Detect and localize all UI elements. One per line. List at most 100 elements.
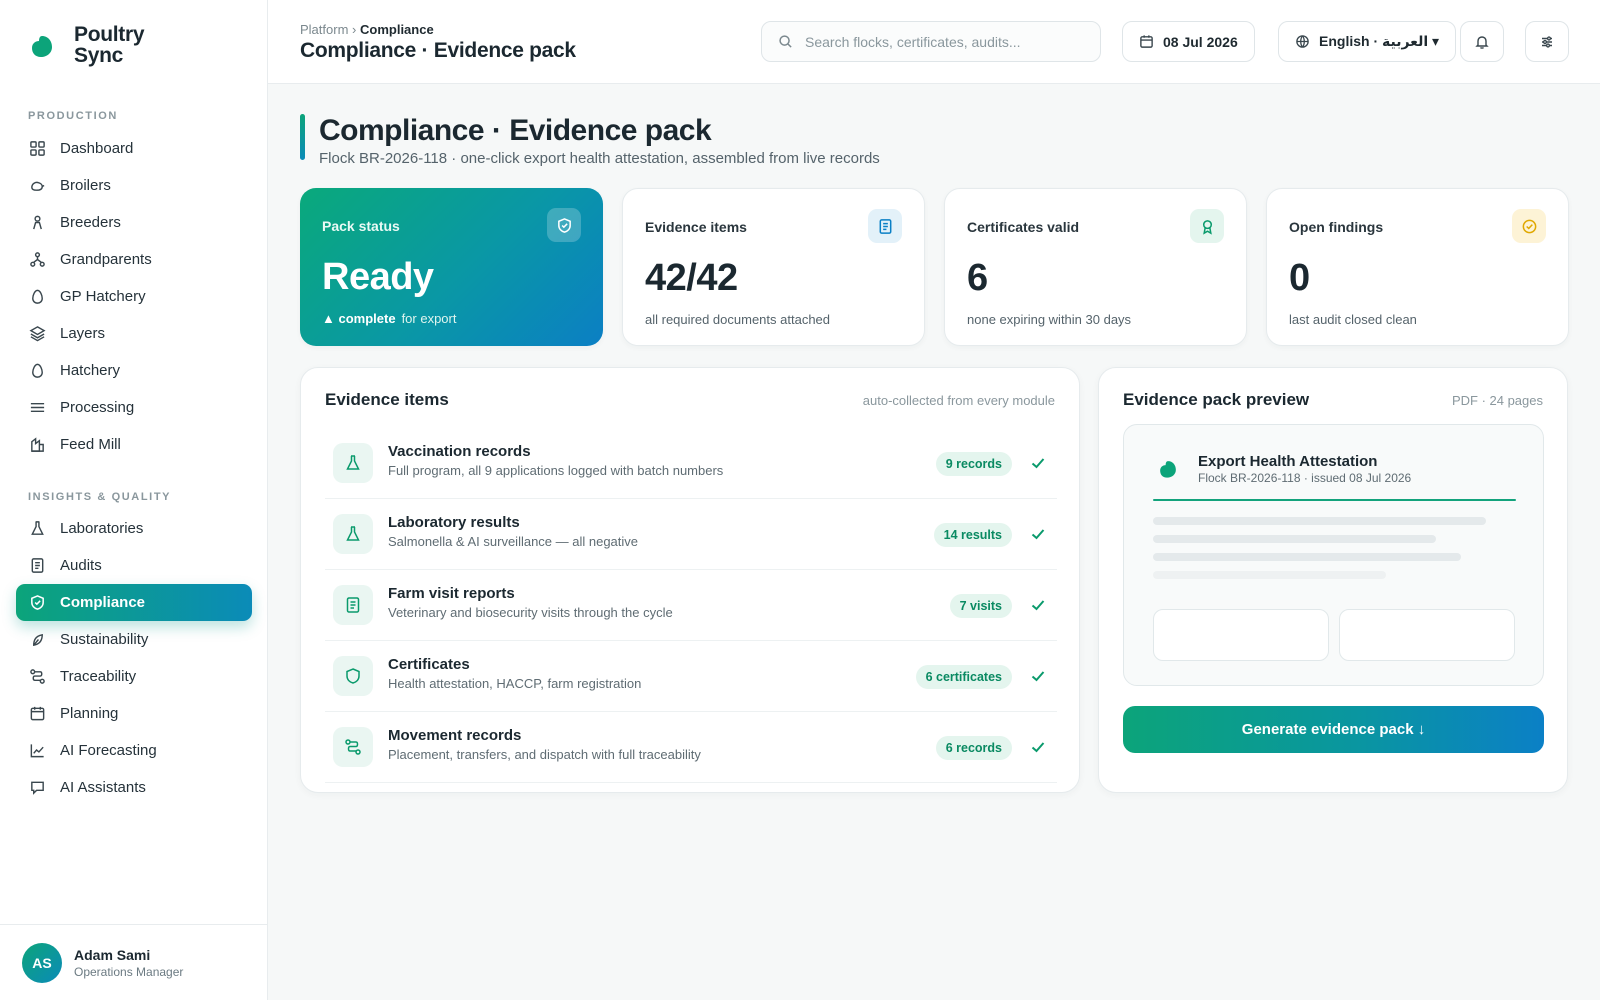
shield-icon [31,595,44,610]
kpi-pack-status: Pack status Ready ▲ complete for export [300,188,603,346]
document-divider [1153,499,1516,501]
document-placeholder-box [1339,609,1515,661]
document-placeholder-box [1153,609,1329,661]
count-badge: 6 certificates [915,665,1012,689]
sidebar-item-grandparents[interactable]: Grandparents [16,241,252,278]
kpi-label: Pack status [322,218,400,234]
kpi-value: 6 [967,257,988,299]
kpi-certificates-valid: Certificates valid 6 none expiring withi… [944,188,1247,346]
sidebar-item-label: Audits [60,557,102,574]
sidebar-item-audits[interactable]: Audits [16,547,252,584]
card-meta: PDF · 24 pages [1451,393,1543,408]
evidence-title: Movement records [388,727,522,744]
count-badge: 6 records [935,736,1012,760]
sidebar-item-ai-assistants[interactable]: AI Assistants [16,769,252,806]
document-icon [868,209,902,243]
flask-icon [333,443,373,483]
calendar-icon [30,706,45,721]
leaf-icon [33,633,43,647]
kpi-open-findings: Open findings 0 last audit closed clean [1266,188,1569,346]
kpi-value: 42/42 [645,257,738,299]
award-icon [1190,209,1224,243]
sidebar-item-gp-hatchery[interactable]: GP Hatchery [16,278,252,315]
breadcrumb: Platform › Compliance [300,22,434,37]
breadcrumb-separator: › [352,22,357,37]
sidebar-item-hatchery[interactable]: Hatchery [16,352,252,389]
sidebar-item-dashboard[interactable]: Dashboard [16,130,252,167]
breadcrumb-current: Compliance [360,22,434,37]
mill-icon [31,437,44,452]
search-input[interactable] [805,33,1085,50]
document-subtitle: Flock BR-2026-118 · issued 08 Jul 2026 [1198,471,1412,485]
topbar: Platform › Compliance Compliance · Evide… [268,0,1600,84]
sidebar-item-sustainability[interactable]: Sustainability [16,621,252,658]
kpi-trend: ▲ complete [322,311,396,326]
check-icon [1031,529,1045,540]
breadcrumb-root[interactable]: Platform [300,22,348,37]
settings-button[interactable] [1525,21,1569,62]
evidence-desc: Placement, transfers, and dispatch with … [388,747,701,762]
check-icon [1031,600,1045,611]
sidebar-item-broilers[interactable]: Broilers [16,167,252,204]
evidence-pack-preview-card: Evidence pack preview PDF · 24 pages Exp… [1098,367,1568,793]
kpi-note: none expiring within 30 days [967,312,1132,327]
card-title: Evidence pack preview [1123,390,1310,409]
language-selector[interactable]: English · العربية ▾ [1278,21,1457,62]
check-icon [1031,671,1045,682]
user-role: Operations Manager [74,964,184,979]
shield-icon [333,656,373,696]
evidence-row[interactable]: Laboratory results Salmonella & AI surve… [325,499,1057,570]
sidebar-item-label: Compliance [60,594,146,611]
breeder-icon [33,215,42,230]
search-box[interactable] [761,21,1101,62]
sidebar-item-breeders[interactable]: Breeders [16,204,252,241]
nav-list-insights: Laboratories Audits Compliance Sustainab… [16,510,252,806]
document-icon [31,558,44,573]
sidebar-item-layers[interactable]: Layers [16,315,252,352]
document-preview[interactable]: Export Health Attestation Flock BR-2026-… [1123,424,1544,686]
sidebar-item-ai-forecasting[interactable]: AI Forecasting [16,732,252,769]
kpi-note: all required documents attached [645,312,831,327]
chat-icon [31,781,44,795]
sidebar-item-label: Layers [60,325,106,342]
count-badge: 14 results [933,523,1012,547]
notifications-button[interactable] [1460,21,1504,62]
evidence-title: Vaccination records [388,443,531,460]
sidebar-item-planning[interactable]: Planning [16,695,252,732]
layers-icon [29,326,46,342]
flask-icon [333,514,373,554]
page-subtitle: Flock BR-2026-118 · one-click export hea… [319,150,880,167]
user-profile[interactable]: AS Adam Sami Operations Manager [0,924,268,1000]
header-title: Compliance · Evidence pack [300,39,576,62]
sidebar-item-processing[interactable]: Processing [16,389,252,426]
evidence-items-card: Evidence items auto-collected from every… [300,367,1080,793]
sidebar-item-compliance[interactable]: Compliance [16,584,252,621]
kpi-note: ▲ complete for export [322,311,456,326]
grid-icon [30,141,45,156]
search-icon [779,35,792,48]
kpi-label: Certificates valid [967,219,1080,235]
route-icon [333,727,373,767]
evidence-row[interactable]: Movement records Placement, transfers, a… [325,712,1057,783]
sidebar-item-laboratories[interactable]: Laboratories [16,510,252,547]
evidence-row[interactable]: Farm visit reports Veterinary and biosec… [325,570,1057,641]
sidebar-item-traceability[interactable]: Traceability [16,658,252,695]
date-picker-button[interactable]: 08 Jul 2026 [1122,21,1255,62]
count-badge: 7 visits [949,594,1012,618]
evidence-row[interactable]: Certificates Health attestation, HACCP, … [325,641,1057,712]
brand-logo-icon [1160,461,1176,478]
sidebar-item-label: Dashboard [60,140,134,157]
check-icon [1031,742,1045,753]
page-title: Compliance · Evidence pack [319,114,712,147]
document-placeholder-line [1153,535,1436,543]
sidebar-item-label: Traceability [60,668,137,685]
brand[interactable]: Poultry Sync [28,24,164,66]
generate-evidence-pack-button[interactable]: Generate evidence pack ↓ [1123,706,1544,753]
sidebar-item-feed-mill[interactable]: Feed Mill [16,426,252,463]
sidebar: Poultry Sync PRODUCTION Dashboard Broile… [0,0,268,1000]
sidebar-item-label: Grandparents [60,251,152,268]
shield-check-icon [547,208,581,242]
evidence-row[interactable]: Vaccination records Full program, all 9 … [325,428,1057,499]
title-accent-bar [300,114,305,160]
evidence-desc: Salmonella & AI surveillance — all negat… [388,534,639,549]
